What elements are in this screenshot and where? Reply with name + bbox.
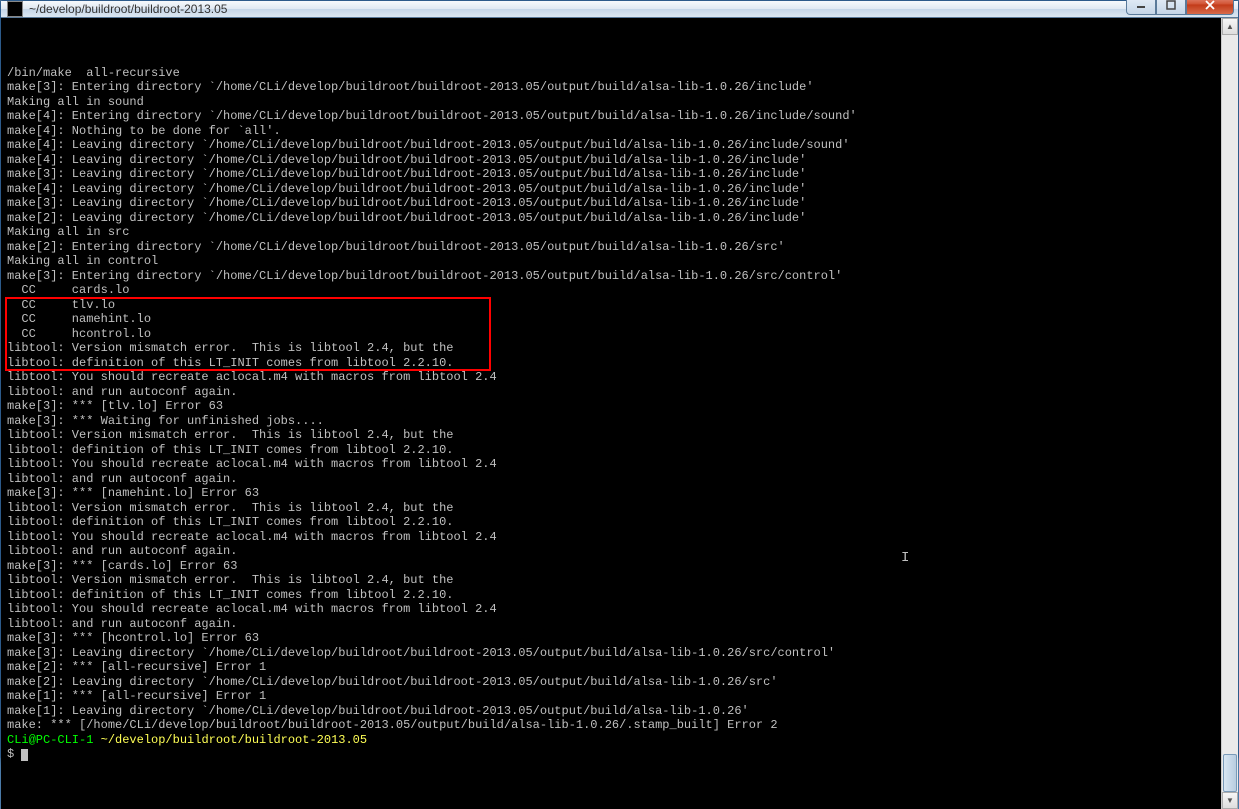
terminal-line: make[3]: *** [hcontrol.lo] Error 63 bbox=[7, 631, 1221, 646]
app-icon bbox=[7, 1, 23, 17]
vertical-scrollbar[interactable]: ▲ ▼ bbox=[1221, 18, 1238, 809]
terminal-line: make[3]: *** [cards.lo] Error 63 bbox=[7, 559, 1221, 574]
terminal-line: make[3]: Leaving directory `/home/CLi/de… bbox=[7, 167, 1221, 182]
terminal-line: libtool: and run autoconf again. bbox=[7, 544, 1221, 559]
terminal-line: make[2]: Leaving directory `/home/CLi/de… bbox=[7, 675, 1221, 690]
terminal-line: make[1]: Leaving directory `/home/CLi/de… bbox=[7, 704, 1221, 719]
terminal-line: CC tlv.lo bbox=[7, 298, 1221, 313]
scroll-down-button[interactable]: ▼ bbox=[1222, 792, 1238, 809]
terminal-line: make[3]: Entering directory `/home/CLi/d… bbox=[7, 80, 1221, 95]
terminal-output[interactable]: /bin/make all-recursivemake[3]: Entering… bbox=[1, 18, 1221, 809]
minimize-icon bbox=[1136, 0, 1146, 10]
terminal-line: make[4]: Leaving directory `/home/CLi/de… bbox=[7, 182, 1221, 197]
terminal-line: libtool: You should recreate aclocal.m4 … bbox=[7, 370, 1221, 385]
window-controls bbox=[1126, 0, 1234, 15]
prompt-path: ~/develop/buildroot/buildroot-2013.05 bbox=[101, 733, 367, 747]
terminal-line: make[4]: Nothing to be done for `all'. bbox=[7, 124, 1221, 139]
app-window: ~/develop/buildroot/buildroot-2013.05 /b… bbox=[0, 0, 1239, 760]
client-area: /bin/make all-recursivemake[3]: Entering… bbox=[1, 18, 1238, 809]
terminal-line: CC namehint.lo bbox=[7, 312, 1221, 327]
terminal-line: make[2]: Leaving directory `/home/CLi/de… bbox=[7, 211, 1221, 226]
terminal-line: libtool: Version mismatch error. This is… bbox=[7, 341, 1221, 356]
terminal-line: make[3]: Entering directory `/home/CLi/d… bbox=[7, 269, 1221, 284]
terminal-line: make[3]: *** [namehint.lo] Error 63 bbox=[7, 486, 1221, 501]
scroll-up-button[interactable]: ▲ bbox=[1222, 18, 1238, 35]
terminal-line: make[1]: *** [all-recursive] Error 1 bbox=[7, 689, 1221, 704]
prompt-input-line[interactable]: $ bbox=[7, 747, 1221, 762]
minimize-button[interactable] bbox=[1126, 0, 1156, 15]
maximize-icon bbox=[1166, 0, 1176, 10]
prompt-user: CLi@PC-CLI-1 bbox=[7, 733, 93, 747]
terminal-line: make[4]: Leaving directory `/home/CLi/de… bbox=[7, 153, 1221, 168]
terminal-line: Making all in src bbox=[7, 225, 1221, 240]
terminal-line: libtool: and run autoconf again. bbox=[7, 472, 1221, 487]
terminal-line: make[3]: *** Waiting for unfinished jobs… bbox=[7, 414, 1221, 429]
terminal-line: Making all in sound bbox=[7, 95, 1221, 110]
terminal-line: libtool: You should recreate aclocal.m4 … bbox=[7, 457, 1221, 472]
prompt-symbol: $ bbox=[7, 747, 14, 761]
terminal-line: Making all in control bbox=[7, 254, 1221, 269]
terminal-line: libtool: definition of this LT_INIT come… bbox=[7, 356, 1221, 371]
terminal-line: libtool: Version mismatch error. This is… bbox=[7, 501, 1221, 516]
terminal-line: make[3]: Leaving directory `/home/CLi/de… bbox=[7, 646, 1221, 661]
terminal-line: CC hcontrol.lo bbox=[7, 327, 1221, 342]
maximize-button[interactable] bbox=[1156, 0, 1186, 15]
terminal-line: make[3]: *** [tlv.lo] Error 63 bbox=[7, 399, 1221, 414]
terminal-line: libtool: definition of this LT_INIT come… bbox=[7, 515, 1221, 530]
terminal-line: make[4]: Leaving directory `/home/CLi/de… bbox=[7, 138, 1221, 153]
block-cursor bbox=[21, 749, 28, 761]
terminal-line: make[2]: Entering directory `/home/CLi/d… bbox=[7, 240, 1221, 255]
terminal-line: libtool: and run autoconf again. bbox=[7, 385, 1221, 400]
terminal-line: /bin/make all-recursive bbox=[7, 66, 1221, 81]
terminal-line: make[4]: Entering directory `/home/CLi/d… bbox=[7, 109, 1221, 124]
terminal-line: CC cards.lo bbox=[7, 283, 1221, 298]
scroll-track[interactable] bbox=[1222, 35, 1238, 792]
titlebar[interactable]: ~/develop/buildroot/buildroot-2013.05 bbox=[1, 1, 1238, 18]
terminal-line: libtool: and run autoconf again. bbox=[7, 617, 1221, 632]
terminal-line: libtool: Version mismatch error. This is… bbox=[7, 573, 1221, 588]
prompt-line[interactable]: CLi@PC-CLI-1 ~/develop/buildroot/buildro… bbox=[7, 733, 1221, 748]
terminal-line: libtool: definition of this LT_INIT come… bbox=[7, 443, 1221, 458]
close-icon bbox=[1204, 0, 1216, 10]
window-title: ~/develop/buildroot/buildroot-2013.05 bbox=[29, 2, 1126, 16]
terminal-line: make: *** [/home/CLi/develop/buildroot/b… bbox=[7, 718, 1221, 733]
close-button[interactable] bbox=[1186, 0, 1234, 15]
terminal-line: make[2]: *** [all-recursive] Error 1 bbox=[7, 660, 1221, 675]
terminal-line: libtool: You should recreate aclocal.m4 … bbox=[7, 530, 1221, 545]
terminal-line: libtool: You should recreate aclocal.m4 … bbox=[7, 602, 1221, 617]
terminal-line: libtool: definition of this LT_INIT come… bbox=[7, 588, 1221, 603]
terminal-line: make[3]: Leaving directory `/home/CLi/de… bbox=[7, 196, 1221, 211]
terminal-line: libtool: Version mismatch error. This is… bbox=[7, 428, 1221, 443]
